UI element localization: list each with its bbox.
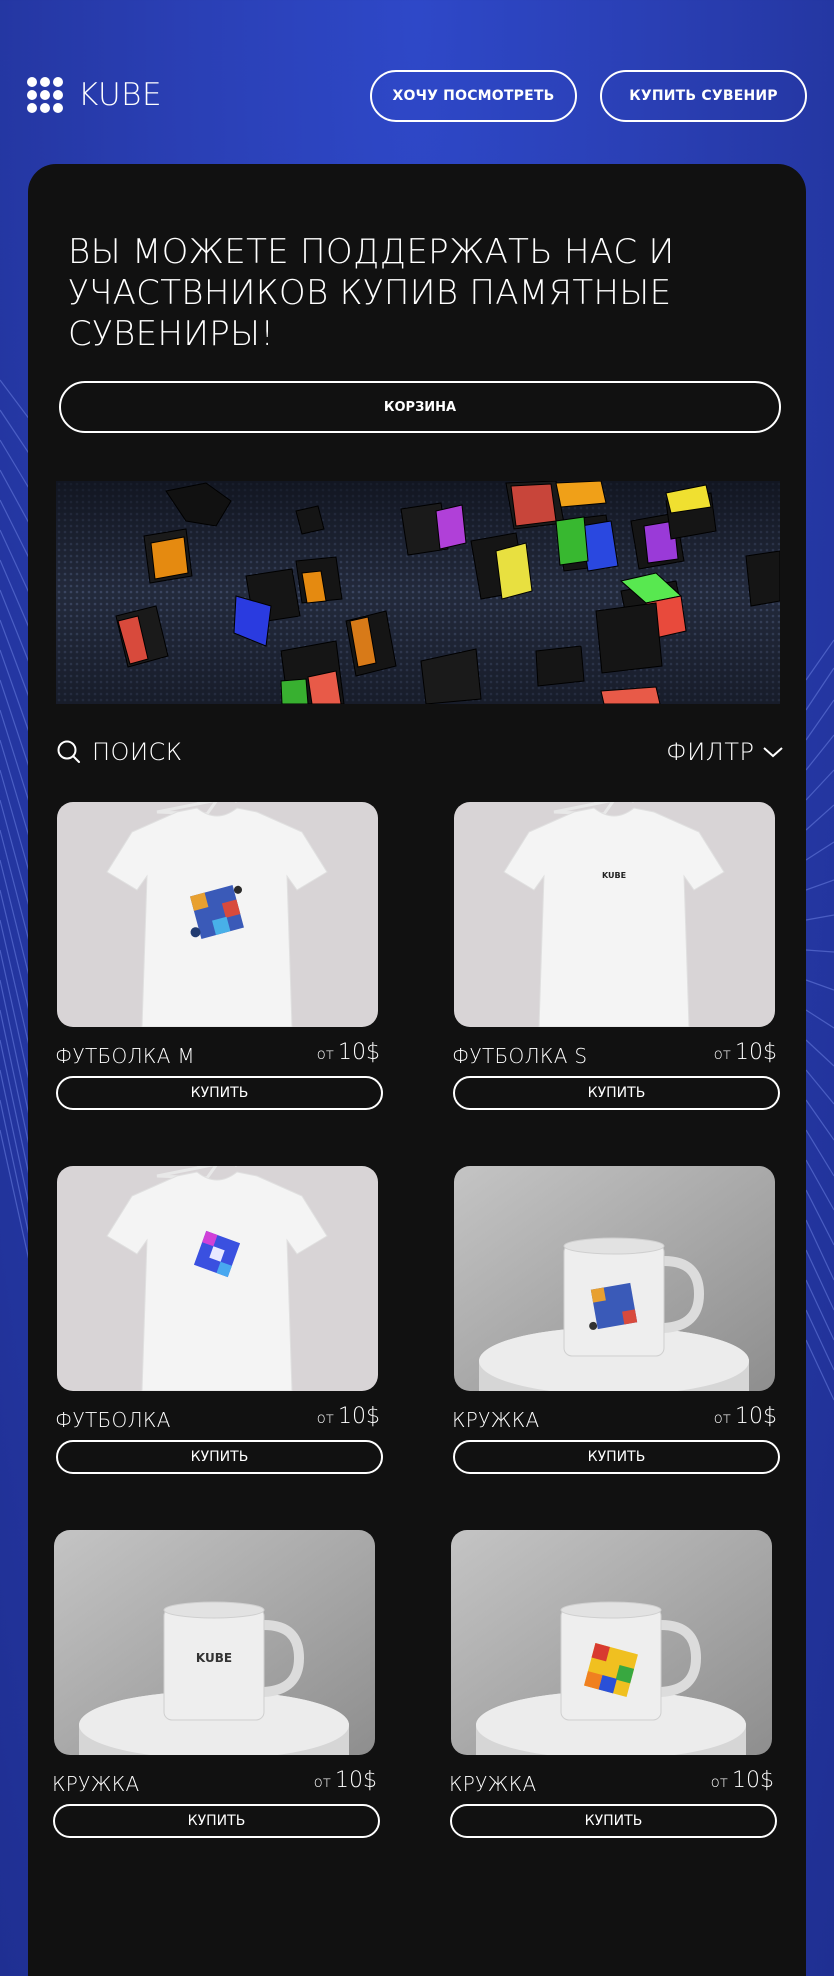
search-label: ПОИСК: [92, 738, 183, 766]
buy-button[interactable]: КУПИТЬ: [53, 1804, 380, 1838]
product-card[interactable]: КРУЖКА от 10$ КУПИТЬ: [452, 1166, 782, 1486]
buy-button[interactable]: КУПИТЬ: [453, 1440, 780, 1474]
product-card[interactable]: ФУТБОЛКА M от 10$ КУПИТЬ: [55, 802, 385, 1122]
logo-dots-icon: [27, 77, 63, 113]
price-value: 10$: [732, 1768, 774, 1793]
filter-label: ФИЛТР: [666, 738, 755, 766]
product-name: КРУЖКА: [449, 1772, 537, 1796]
search-bar[interactable]: ПОИСК: [56, 734, 182, 770]
print-text: KUBE: [196, 1651, 232, 1665]
product-price: от 10$: [317, 1040, 380, 1065]
product-price: от 10$: [317, 1404, 380, 1429]
price-prefix: от: [713, 1045, 731, 1063]
logo-text: KUBE: [78, 77, 163, 113]
product-image[interactable]: [57, 1166, 378, 1391]
shop-panel: ВЫ МОЖЕТЕ ПОДДЕРЖАТЬ НАС И УЧАСТВНИКОВ К…: [28, 164, 806, 1976]
product-name: КРУЖКА: [52, 1772, 140, 1796]
filter-dropdown[interactable]: ФИЛТР: [666, 734, 784, 770]
site-header: KUBE ХОЧУ ПОСМОТРЕТЬ КУПИТЬ СУВЕНИР: [0, 0, 834, 190]
price-value: 10$: [735, 1040, 777, 1065]
page-title: ВЫ МОЖЕТЕ ПОДДЕРЖАТЬ НАС И УЧАСТВНИКОВ К…: [68, 232, 675, 354]
product-name: ФУТБОЛКА S: [452, 1044, 588, 1068]
price-value: 10$: [735, 1404, 777, 1429]
product-card[interactable]: KUBE КРУЖКА от 10$ КУПИТЬ: [52, 1530, 382, 1850]
banner-image: [56, 481, 780, 704]
chevron-down-icon: [763, 747, 784, 758]
product-image[interactable]: KUBE: [454, 802, 775, 1027]
product-name: ФУТБОЛКА M: [55, 1044, 195, 1068]
buy-button[interactable]: КУПИТЬ: [453, 1076, 780, 1110]
product-card[interactable]: KUBE ФУТБОЛКА S от 10$ КУПИТЬ: [452, 802, 782, 1122]
price-prefix: от: [710, 1773, 728, 1791]
price-value: 10$: [338, 1040, 380, 1065]
product-card[interactable]: КРУЖКА от 10$ КУПИТЬ: [449, 1530, 779, 1850]
logo[interactable]: KUBE: [27, 76, 162, 114]
product-price: от 10$: [714, 1040, 777, 1065]
product-price: от 10$: [714, 1404, 777, 1429]
product-price: от 10$: [314, 1768, 377, 1793]
product-image[interactable]: [57, 802, 378, 1027]
price-value: 10$: [335, 1768, 377, 1793]
product-image[interactable]: [454, 1166, 775, 1391]
product-name: ФУТБОЛКА: [55, 1408, 171, 1432]
product-name: КРУЖКА: [452, 1408, 540, 1432]
watch-button[interactable]: ХОЧУ ПОСМОТРЕТЬ: [370, 70, 577, 122]
price-prefix: от: [313, 1773, 331, 1791]
price-prefix: от: [316, 1409, 334, 1427]
buy-button[interactable]: КУПИТЬ: [56, 1440, 383, 1474]
product-image[interactable]: KUBE: [54, 1530, 375, 1755]
product-card[interactable]: ФУТБОЛКА от 10$ КУПИТЬ: [55, 1166, 385, 1486]
price-prefix: от: [713, 1409, 731, 1427]
print-text: KUBE: [602, 871, 626, 880]
product-price: от 10$: [711, 1768, 774, 1793]
product-image[interactable]: [451, 1530, 772, 1755]
buy-button[interactable]: КУПИТЬ: [450, 1804, 777, 1838]
price-value: 10$: [338, 1404, 380, 1429]
buy-button[interactable]: КУПИТЬ: [56, 1076, 383, 1110]
buy-souvenir-button[interactable]: КУПИТЬ СУВЕНИР: [600, 70, 807, 122]
cart-button[interactable]: КОРЗИНА: [59, 381, 781, 433]
price-prefix: от: [316, 1045, 334, 1063]
search-icon: [57, 740, 80, 763]
